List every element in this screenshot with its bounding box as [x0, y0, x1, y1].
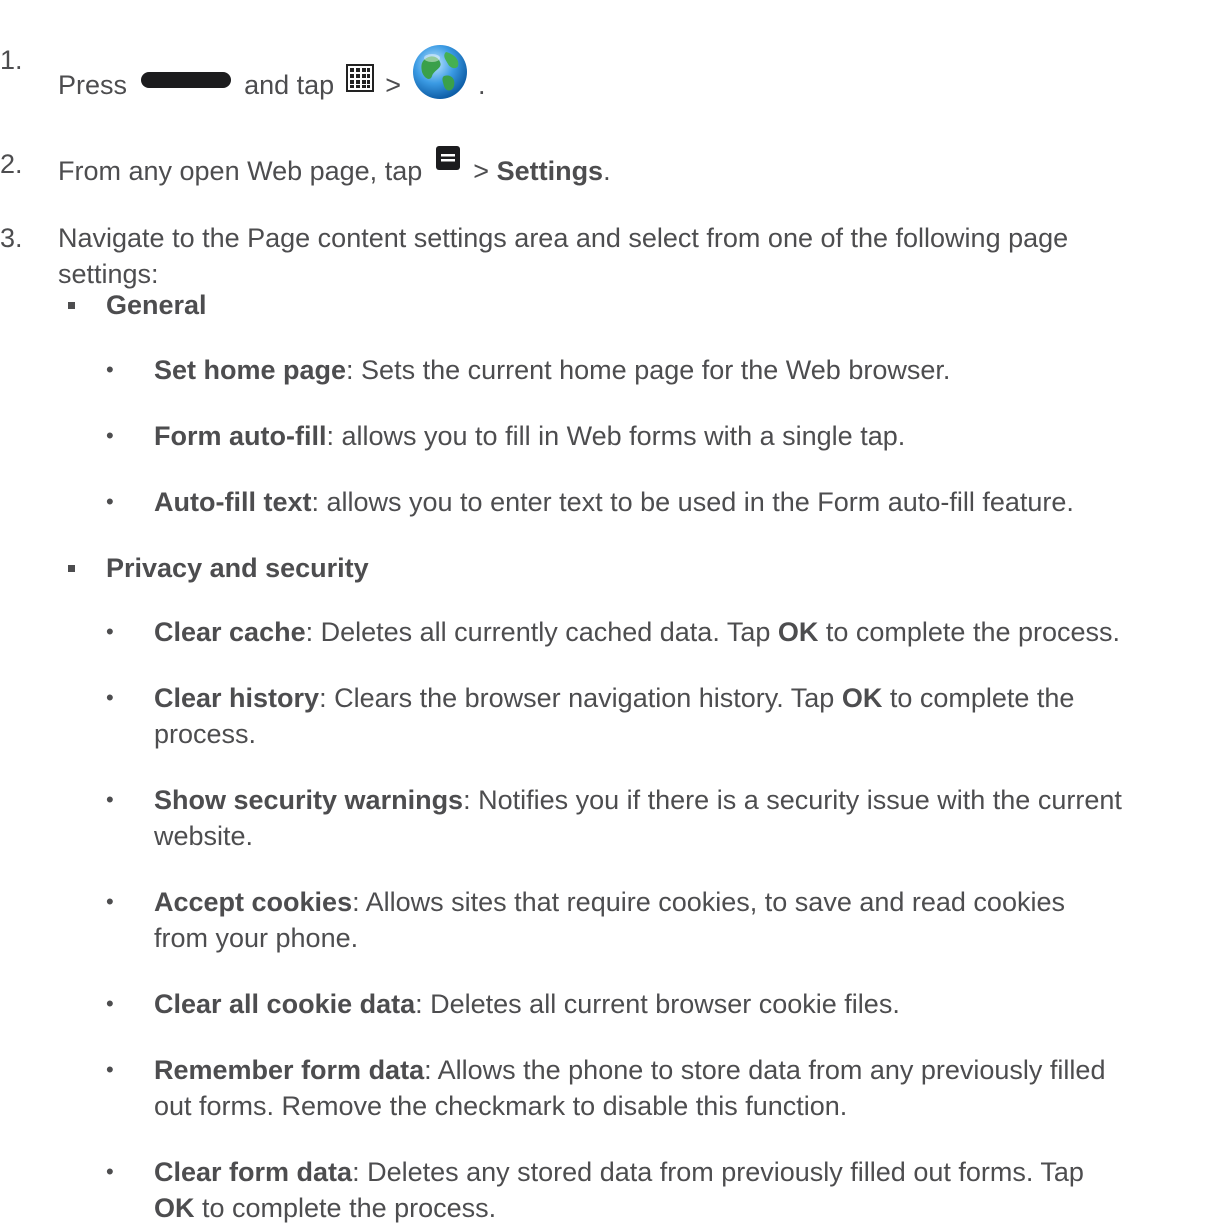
item-term: Clear history	[154, 683, 320, 713]
step-bold: Settings	[496, 156, 604, 186]
bullet-icon: •	[106, 489, 114, 514]
step-number: 2.	[0, 149, 23, 179]
bullet-icon: •	[106, 357, 114, 382]
internet-globe-icon	[413, 45, 468, 99]
item-term: Set home page	[154, 355, 347, 385]
bullet-icon: •	[106, 787, 114, 812]
step-text: .	[478, 70, 486, 100]
item-ok: OK	[154, 1193, 195, 1223]
item-desc: website.	[154, 821, 254, 851]
step-text: >	[473, 156, 490, 186]
step-number: 3.	[0, 223, 23, 253]
step-text: .	[603, 156, 611, 186]
step-body: Navigate to the Page content settings ar…	[58, 220, 1202, 292]
step-text: settings:	[58, 259, 159, 289]
item-ok: OK	[841, 683, 883, 713]
step-text: and tap	[244, 70, 335, 100]
bullet-icon: •	[106, 423, 114, 448]
section-title: General	[106, 290, 207, 320]
item-desc: : Clears the browser navigation history.…	[319, 683, 842, 713]
square-bullet-icon	[68, 302, 75, 309]
item-term: Auto-fill text	[154, 487, 312, 517]
step-body: Press and tap > .	[58, 42, 1202, 103]
item-term: Form auto-fill	[154, 421, 327, 451]
item-desc: : Allows the phone to store data from an…	[424, 1055, 1106, 1085]
item-desc: : allows you to enter text to be used in…	[311, 487, 1074, 517]
item-desc: out forms. Remove the checkmark to disab…	[154, 1091, 848, 1121]
item-desc: to complete the process.	[194, 1193, 497, 1223]
item-term: Show security warnings	[154, 785, 464, 815]
item-term: Clear form data	[154, 1157, 353, 1187]
bullet-icon: •	[106, 889, 114, 914]
bullet-icon: •	[106, 619, 114, 644]
apps-grid-icon	[345, 64, 374, 92]
item-desc: process.	[154, 719, 257, 749]
item-term: Remember form data	[154, 1055, 425, 1085]
item-desc: : allows you to fill in Web forms with a…	[326, 421, 906, 451]
item-ok: OK	[777, 617, 819, 647]
item-term: Accept cookies	[154, 887, 353, 917]
step-text: From any open Web page, tap	[58, 156, 423, 186]
bullet-icon: •	[106, 1159, 114, 1184]
item-desc: : Deletes all currently cached data. Tap	[305, 617, 778, 647]
menu-key-icon	[435, 146, 460, 170]
item-desc: : Sets the current home page for the Web…	[346, 355, 951, 385]
item-desc: to complete the	[882, 683, 1075, 713]
bullet-icon: •	[106, 685, 114, 710]
item-desc: : Deletes any stored data from previousl…	[352, 1157, 1084, 1187]
item-desc: to complete the process.	[818, 617, 1121, 647]
step-text: Navigate to the Page content settings ar…	[58, 223, 1069, 253]
item-term: Clear cache	[154, 617, 306, 647]
item-desc: : Allows sites that require cookies, to …	[352, 887, 1065, 917]
step-text: Press	[58, 70, 128, 100]
home-key-icon	[140, 72, 231, 88]
square-bullet-icon	[68, 565, 75, 572]
bullet-icon: •	[106, 1057, 114, 1082]
step-text: >	[385, 70, 401, 100]
step-body: From any open Web page, tap > Settings.	[58, 146, 1202, 189]
section-title: Privacy and security	[106, 553, 369, 583]
item-desc: from your phone.	[154, 923, 359, 953]
bullet-icon: •	[106, 991, 114, 1016]
item-desc: : Deletes all current browser cookie fil…	[415, 989, 900, 1019]
step-number: 1.	[0, 45, 23, 75]
item-term: Clear all cookie data	[154, 989, 416, 1019]
item-desc: : Notifies you if there is a security is…	[463, 785, 1122, 815]
